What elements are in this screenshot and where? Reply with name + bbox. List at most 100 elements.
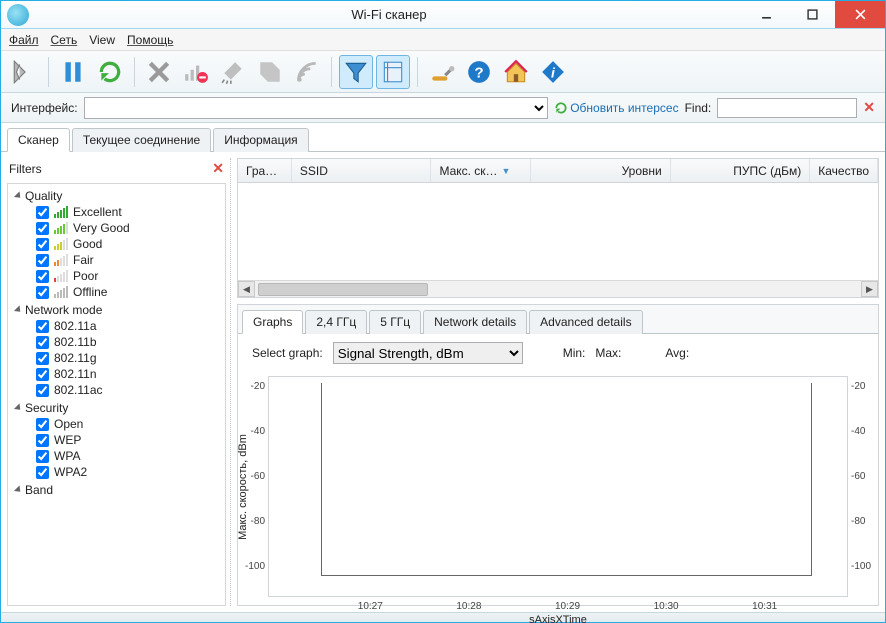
find-clear-button[interactable]: ✕ bbox=[863, 99, 875, 116]
filter-group-band[interactable]: Band bbox=[10, 482, 223, 498]
col-pups[interactable]: ПУПС (дБм) bbox=[671, 159, 811, 182]
scroll-left-button[interactable]: ◀ bbox=[238, 281, 255, 297]
settings-button[interactable] bbox=[425, 55, 459, 89]
sort-desc-icon: ▼ bbox=[502, 166, 511, 176]
tab-advanced-details[interactable]: Advanced details bbox=[529, 310, 642, 334]
filter-item[interactable]: 802.11n bbox=[36, 366, 223, 382]
tab-connection[interactable]: Текущее соединение bbox=[72, 128, 211, 152]
titlebar: Wi-Fi сканер bbox=[1, 1, 885, 29]
filter-checkbox[interactable] bbox=[36, 270, 49, 283]
filter-checkbox[interactable] bbox=[36, 222, 49, 235]
filter-item-label: Open bbox=[54, 417, 83, 431]
menu-help[interactable]: Помощь bbox=[127, 33, 173, 47]
tag-button[interactable] bbox=[253, 55, 287, 89]
notes-button[interactable] bbox=[376, 55, 410, 89]
refresh-icon bbox=[554, 101, 568, 115]
tab-info[interactable]: Информация bbox=[213, 128, 308, 152]
filter-item[interactable]: Very Good bbox=[36, 220, 223, 236]
ytick: -20 bbox=[851, 381, 875, 392]
delete-button[interactable] bbox=[142, 55, 176, 89]
menu-view[interactable]: View bbox=[89, 33, 115, 47]
broadcast-button[interactable] bbox=[290, 55, 324, 89]
menu-network[interactable]: Сеть bbox=[51, 33, 78, 47]
filter-item-label: 802.11n bbox=[54, 367, 97, 381]
filter-item[interactable]: Fair bbox=[36, 252, 223, 268]
graph-type-select[interactable]: Signal Strength, dBm bbox=[333, 342, 523, 364]
signal-icon bbox=[54, 254, 68, 266]
filter-item[interactable]: Offline bbox=[36, 284, 223, 300]
filter-item[interactable]: Open bbox=[36, 416, 223, 432]
filter-checkbox[interactable] bbox=[36, 368, 49, 381]
filter-checkbox[interactable] bbox=[36, 336, 49, 349]
filter-checkbox[interactable] bbox=[36, 286, 49, 299]
filter-item[interactable]: 802.11g bbox=[36, 350, 223, 366]
tab-network-details[interactable]: Network details bbox=[423, 310, 527, 334]
filter-item[interactable]: Good bbox=[36, 236, 223, 252]
tab-24ghz[interactable]: 2,4 ГГц bbox=[305, 310, 367, 334]
filter-checkbox[interactable] bbox=[36, 352, 49, 365]
filter-item[interactable]: 802.11ac bbox=[36, 382, 223, 398]
close-button[interactable] bbox=[835, 1, 885, 28]
filter-item[interactable]: Poor bbox=[36, 268, 223, 284]
minimize-button[interactable] bbox=[743, 1, 789, 28]
filter-checkbox[interactable] bbox=[36, 434, 49, 447]
scan-button[interactable] bbox=[7, 55, 41, 89]
home-button[interactable] bbox=[499, 55, 533, 89]
filter-checkbox[interactable] bbox=[36, 418, 49, 431]
filter-checkbox[interactable] bbox=[36, 450, 49, 463]
filters-close-button[interactable]: ✕ bbox=[212, 160, 224, 177]
filter-item-label: Excellent bbox=[73, 205, 122, 219]
col-maxspeed[interactable]: Макс. ск… ▼ bbox=[431, 159, 531, 182]
refresh-interfaces-link[interactable]: Обновить интерсес bbox=[554, 101, 678, 115]
xtick: 10:31 bbox=[745, 601, 785, 612]
filter-group-security[interactable]: Security bbox=[10, 400, 223, 416]
chart-xlabel: sAxisXTime bbox=[529, 614, 587, 623]
filter-item[interactable]: WPA2 bbox=[36, 464, 223, 480]
filter-item-label: Very Good bbox=[73, 221, 130, 235]
ytick: -60 bbox=[241, 471, 265, 482]
filter-checkbox[interactable] bbox=[36, 320, 49, 333]
col-levels[interactable]: Уровни bbox=[531, 159, 671, 182]
col-quality[interactable]: Качество bbox=[810, 159, 878, 182]
signal-remove-button[interactable] bbox=[179, 55, 213, 89]
scroll-right-button[interactable]: ▶ bbox=[861, 281, 878, 297]
tab-graphs[interactable]: Graphs bbox=[242, 310, 303, 334]
filter-item-label: WPA bbox=[54, 449, 80, 463]
info-button[interactable]: i bbox=[536, 55, 570, 89]
filter-group-mode[interactable]: Network mode bbox=[10, 302, 223, 318]
filter-item[interactable]: 802.11b bbox=[36, 334, 223, 350]
filter-checkbox[interactable] bbox=[36, 206, 49, 219]
filter-item-label: Fair bbox=[73, 253, 94, 267]
filter-checkbox[interactable] bbox=[36, 466, 49, 479]
refresh-button[interactable] bbox=[93, 55, 127, 89]
tab-scanner[interactable]: Сканер bbox=[7, 128, 70, 152]
filter-item[interactable]: WEP bbox=[36, 432, 223, 448]
filter-item[interactable]: WPA bbox=[36, 448, 223, 464]
filter-item-label: Offline bbox=[73, 285, 107, 299]
filter-item[interactable]: Excellent bbox=[36, 204, 223, 220]
ytick: -100 bbox=[241, 561, 265, 572]
filter-item[interactable]: 802.11a bbox=[36, 318, 223, 334]
xtick: 10:29 bbox=[548, 601, 588, 612]
filter-button[interactable] bbox=[339, 55, 373, 89]
col-ssid[interactable]: SSID bbox=[292, 159, 432, 182]
ytick: -60 bbox=[851, 471, 875, 482]
help-button[interactable]: ? bbox=[462, 55, 496, 89]
pause-button[interactable] bbox=[56, 55, 90, 89]
xtick: 10:27 bbox=[350, 601, 390, 612]
menu-file[interactable]: Файл bbox=[9, 33, 39, 47]
filter-group-quality[interactable]: Quality bbox=[10, 188, 223, 204]
maximize-button[interactable] bbox=[789, 1, 835, 28]
scroll-thumb[interactable] bbox=[258, 283, 428, 296]
find-input[interactable] bbox=[717, 98, 857, 118]
interface-select[interactable] bbox=[84, 97, 549, 119]
clean-button[interactable] bbox=[216, 55, 250, 89]
grid-hscrollbar[interactable]: ◀ ▶ bbox=[238, 280, 878, 297]
ytick: -80 bbox=[241, 516, 265, 527]
filter-checkbox[interactable] bbox=[36, 254, 49, 267]
tab-5ghz[interactable]: 5 ГГц bbox=[369, 310, 421, 334]
signal-icon bbox=[54, 270, 68, 282]
filter-checkbox[interactable] bbox=[36, 238, 49, 251]
col-graph[interactable]: Гра… bbox=[238, 159, 292, 182]
filter-checkbox[interactable] bbox=[36, 384, 49, 397]
